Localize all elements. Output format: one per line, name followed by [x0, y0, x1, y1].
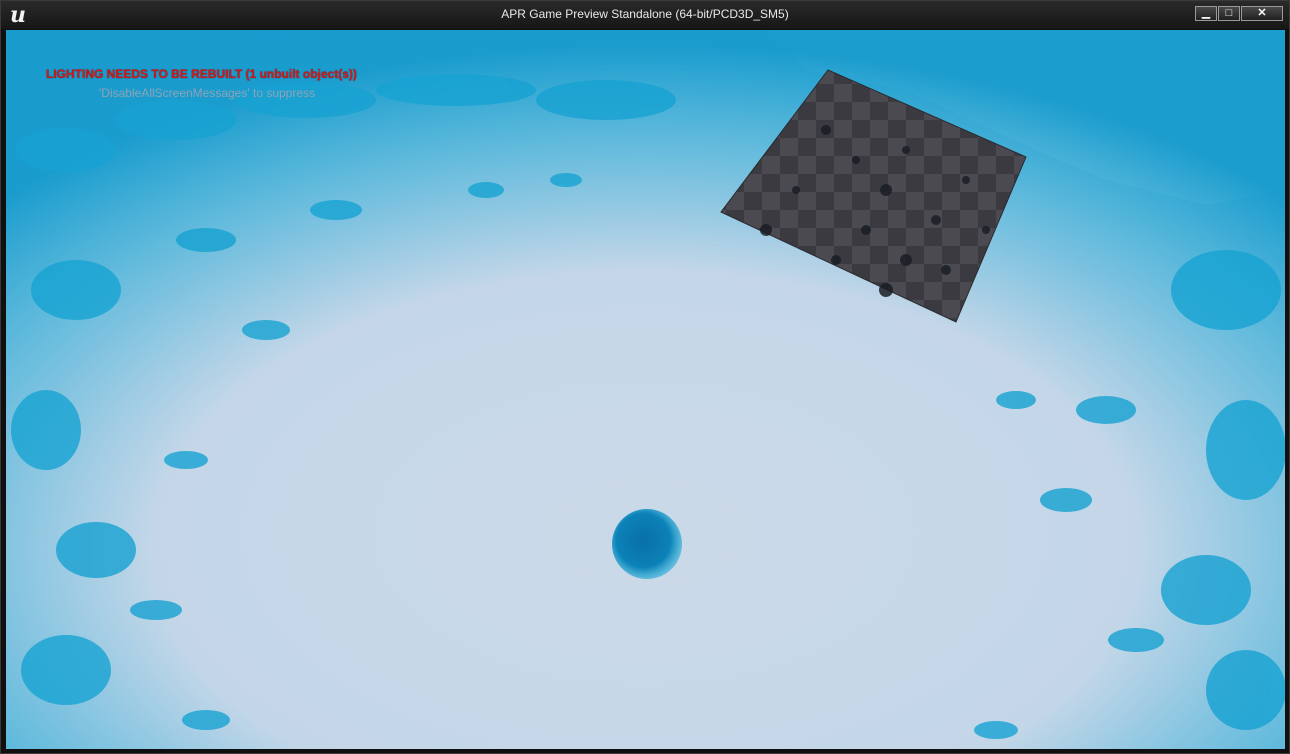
title-bar[interactable]: u APR Game Preview Standalone (64-bit/PC…: [1, 1, 1289, 29]
window-controls: ▁ □ ✕: [1195, 6, 1283, 21]
lighting-warning-text: LIGHTING NEEDS TO BE REBUILT (1 unbuilt …: [46, 67, 357, 81]
minimize-button[interactable]: ▁: [1195, 6, 1217, 21]
window-title: APR Game Preview Standalone (64-bit/PCD3…: [501, 7, 789, 21]
close-button[interactable]: ✕: [1241, 6, 1283, 21]
fluid-droplet: [612, 509, 682, 579]
maximize-button[interactable]: □: [1218, 6, 1240, 21]
game-viewport[interactable]: LIGHTING NEEDS TO BE REBUILT (1 unbuilt …: [6, 30, 1285, 749]
suppress-hint-text: 'DisableAllScreenMessages' to suppress: [99, 86, 316, 100]
fluid-scene: [6, 30, 1285, 749]
game-window: u APR Game Preview Standalone (64-bit/PC…: [0, 0, 1290, 754]
